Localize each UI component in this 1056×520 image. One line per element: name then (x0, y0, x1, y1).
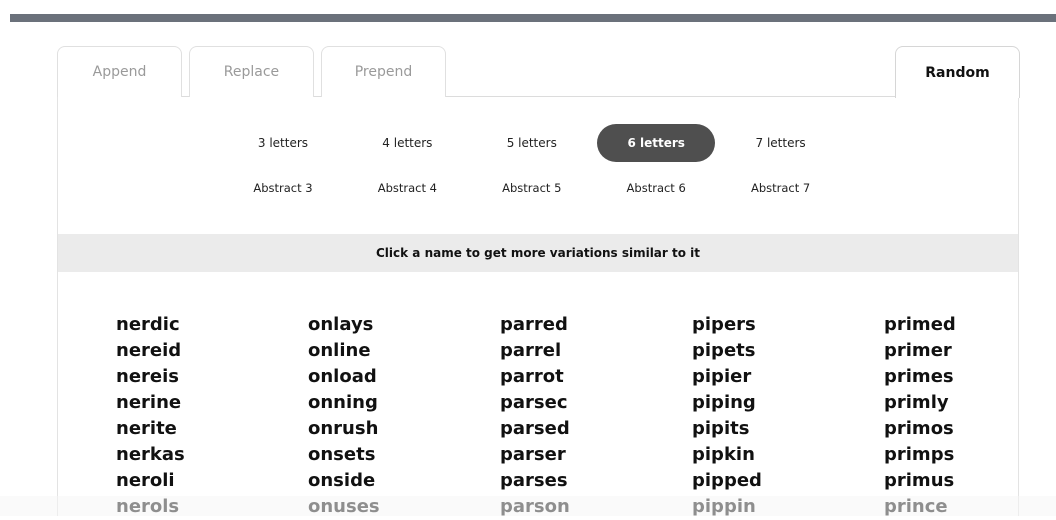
option-abstract-7[interactable]: Abstract 7 (722, 173, 840, 203)
name-item[interactable]: parrot (500, 364, 634, 390)
name-item[interactable]: neroli (116, 468, 250, 494)
tab-append-label: Append (92, 64, 147, 80)
tab-prepend-label: Prepend (354, 64, 413, 80)
option-abstract-4[interactable]: Abstract 4 (348, 173, 466, 203)
tab-replace-label: Replace (223, 64, 280, 80)
option-5-letters-label: 5 letters (506, 136, 557, 150)
tab-random[interactable]: Random (895, 46, 1020, 98)
name-column: onlays online onload onning onrush onset… (250, 312, 442, 520)
tab-prepend[interactable]: Prepend (321, 46, 446, 97)
name-item[interactable]: parser (500, 442, 634, 468)
name-item[interactable]: pipits (692, 416, 826, 442)
name-item[interactable]: parsed (500, 416, 634, 442)
name-item[interactable]: onning (308, 390, 442, 416)
name-item[interactable]: primes (884, 364, 1018, 390)
letter-count-options: 3 letters 4 letters 5 letters 6 letters … (224, 124, 846, 162)
option-abstract-3-label: Abstract 3 (253, 181, 313, 195)
name-item[interactable]: primed (884, 312, 1018, 338)
name-item[interactable]: nereis (116, 364, 250, 390)
name-item[interactable]: nerite (116, 416, 250, 442)
option-abstract-3[interactable]: Abstract 3 (224, 173, 342, 203)
name-item[interactable]: nerine (116, 390, 250, 416)
name-item[interactable]: primos (884, 416, 1018, 442)
top-bar (10, 14, 1056, 22)
instruction-text: Click a name to get more variations simi… (375, 246, 701, 260)
name-column: pipers pipets pipier piping pipits pipki… (634, 312, 826, 520)
name-item[interactable]: primps (884, 442, 1018, 468)
name-item[interactable]: onload (308, 364, 442, 390)
tab-random-label: Random (925, 64, 990, 81)
name-item[interactable]: onsets (308, 442, 442, 468)
option-abstract-4-label: Abstract 4 (377, 181, 437, 195)
name-column: parred parrel parrot parsec parsed parse… (442, 312, 634, 520)
name-item[interactable]: parrel (500, 338, 634, 364)
option-4-letters-label: 4 letters (382, 136, 433, 150)
option-6-letters[interactable]: 6 letters (597, 124, 716, 162)
option-abstract-6-label: Abstract 6 (626, 181, 686, 195)
name-results: nerdic nereid nereis nerine nerite nerka… (58, 312, 1018, 520)
name-item[interactable]: nerdic (116, 312, 250, 338)
name-item[interactable]: pipped (692, 468, 826, 494)
option-abstract-7-label: Abstract 7 (750, 181, 811, 195)
name-column: primed primer primes primly primos primp… (826, 312, 1018, 520)
tab-replace[interactable]: Replace (189, 46, 314, 97)
option-4-letters[interactable]: 4 letters (348, 124, 466, 162)
name-column: nerdic nereid nereis nerine nerite nerka… (58, 312, 250, 520)
name-item[interactable]: pipkin (692, 442, 826, 468)
option-7-letters-label: 7 letters (755, 136, 806, 150)
option-3-letters-label: 3 letters (257, 136, 309, 150)
name-item[interactable]: pipier (692, 364, 826, 390)
name-item[interactable]: pipets (692, 338, 826, 364)
name-item[interactable]: primus (884, 468, 1018, 494)
option-7-letters[interactable]: 7 letters (722, 124, 840, 162)
abstract-options: Abstract 3 Abstract 4 Abstract 5 Abstrac… (224, 173, 846, 203)
name-item[interactable]: parses (500, 468, 634, 494)
name-item[interactable]: onrush (308, 416, 442, 442)
name-item[interactable]: pipers (692, 312, 826, 338)
name-item[interactable]: onside (308, 468, 442, 494)
name-item[interactable]: onlays (308, 312, 442, 338)
name-item[interactable]: online (308, 338, 442, 364)
option-5-letters[interactable]: 5 letters (473, 124, 591, 162)
option-3-letters[interactable]: 3 letters (224, 124, 342, 162)
option-abstract-5[interactable]: Abstract 5 (473, 173, 591, 203)
name-item[interactable]: primer (884, 338, 1018, 364)
name-item[interactable]: nerkas (116, 442, 250, 468)
tab-append[interactable]: Append (57, 46, 182, 97)
name-item[interactable]: nereid (116, 338, 250, 364)
name-item[interactable]: parred (500, 312, 634, 338)
name-item[interactable]: primly (884, 390, 1018, 416)
name-item[interactable]: piping (692, 390, 826, 416)
bottom-edge (0, 496, 1056, 516)
name-item[interactable]: parsec (500, 390, 634, 416)
option-6-letters-label: 6 letters (627, 136, 685, 150)
option-abstract-6[interactable]: Abstract 6 (597, 173, 715, 203)
option-abstract-5-label: Abstract 5 (502, 181, 562, 195)
instruction-bar: Click a name to get more variations simi… (58, 234, 1018, 272)
